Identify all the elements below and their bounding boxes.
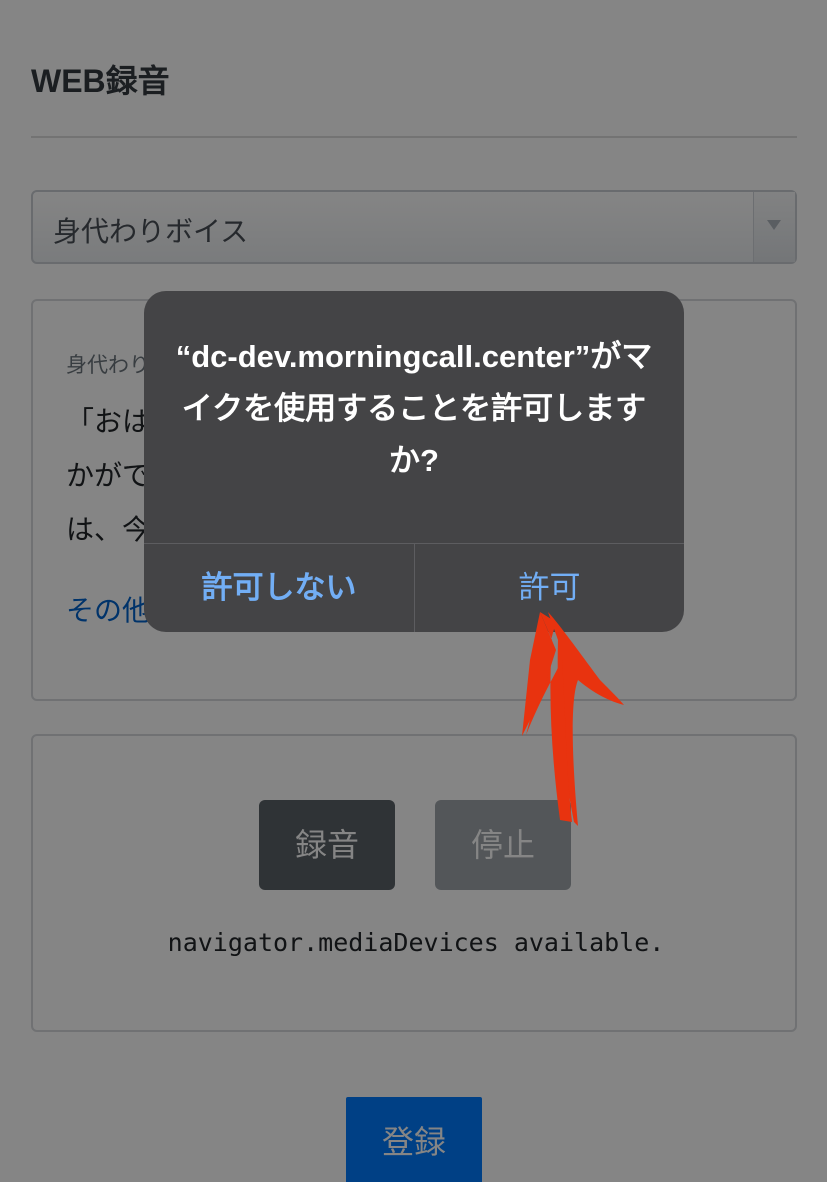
alert-title: “dc-dev.morningcall.center”がマイクを使用することを許… [175,339,653,478]
microphone-permission-alert: “dc-dev.morningcall.center”がマイクを使用することを許… [144,291,684,632]
allow-button[interactable]: 許可 [415,544,684,632]
deny-button[interactable]: 許可しない [144,544,414,632]
